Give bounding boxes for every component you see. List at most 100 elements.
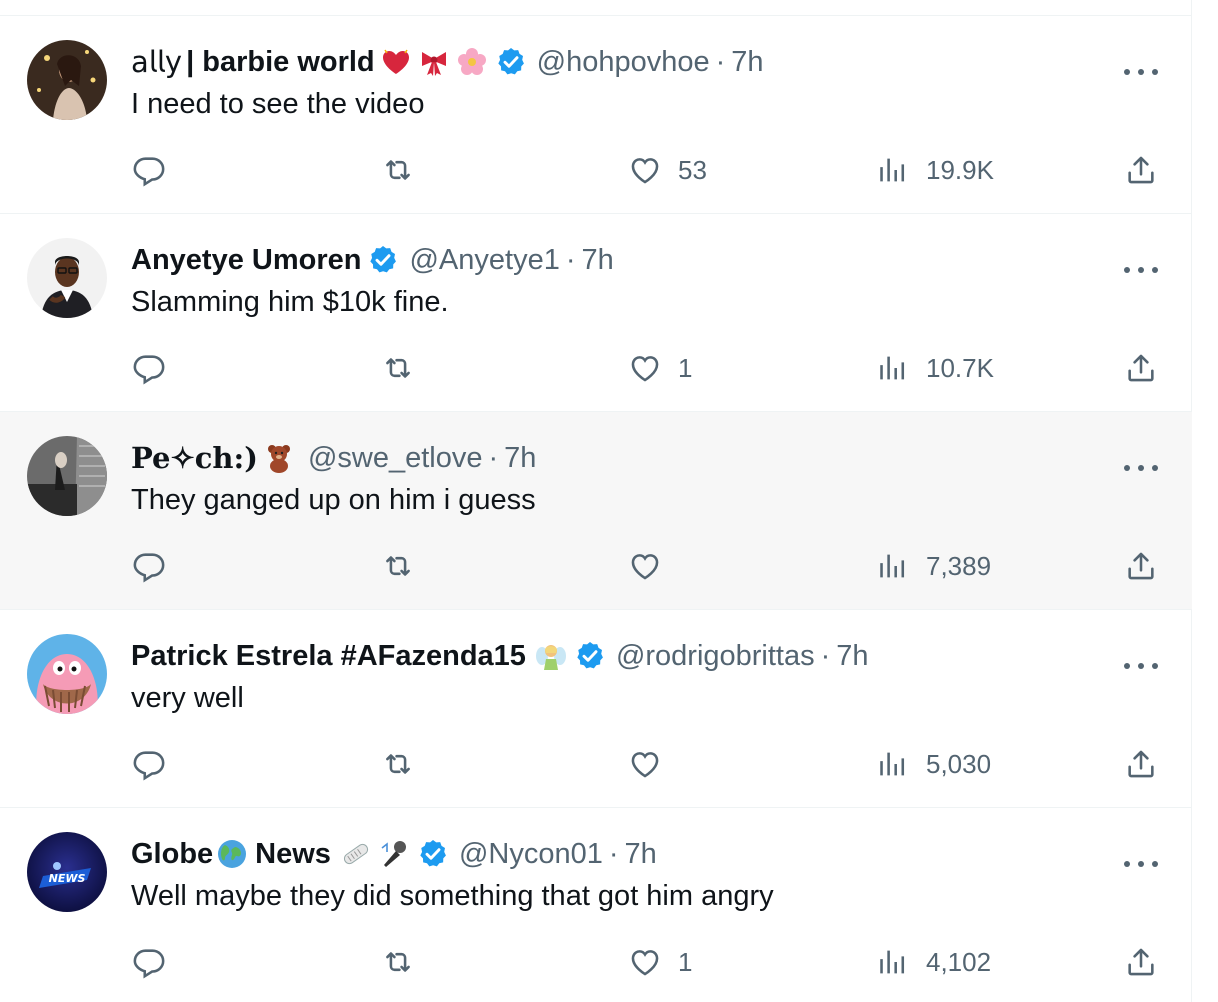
share-button[interactable] — [1124, 744, 1158, 784]
more-options-icon[interactable] — [1124, 854, 1158, 874]
tweet[interactable]: 𝖺𝗅𝗅𝗒 | barbie world @hohpovhoe · 7h I ne… — [0, 16, 1192, 214]
separator: · — [820, 639, 831, 672]
share-button[interactable] — [1124, 942, 1158, 982]
avatar[interactable] — [27, 436, 107, 516]
tweet-header: 𝖺𝗅𝗅𝗒 | barbie world @hohpovhoe · 7h — [131, 42, 764, 82]
retweet-button[interactable] — [381, 348, 431, 388]
handle[interactable]: @Anyetye1 — [409, 244, 559, 277]
avatar[interactable]: NEWS — [27, 832, 107, 912]
retweet-button[interactable] — [381, 546, 431, 586]
tweet[interactable]: Anyetye Umoren @Anyetye1 · 7h Slamming h… — [0, 214, 1192, 412]
retweet-icon — [381, 351, 415, 385]
bar-chart-icon — [876, 153, 910, 187]
previous-tweet-edge — [0, 0, 1192, 16]
reply-button[interactable] — [132, 348, 182, 388]
avatar[interactable] — [27, 238, 107, 318]
display-name-part-2[interactable]: News — [255, 838, 331, 871]
retweet-button[interactable] — [381, 744, 431, 784]
reply-button[interactable] — [132, 942, 182, 982]
share-button[interactable] — [1124, 546, 1158, 586]
retweet-button[interactable] — [381, 150, 431, 190]
handle[interactable]: @Nycon01 — [459, 838, 603, 871]
avatar[interactable] — [27, 40, 107, 120]
retweet-button[interactable] — [381, 942, 431, 982]
view-count: 5,030 — [926, 748, 992, 779]
share-icon — [1124, 549, 1158, 583]
retweet-icon — [381, 945, 415, 979]
reply-button[interactable] — [132, 546, 182, 586]
verified-badge-icon[interactable] — [495, 46, 527, 78]
like-button[interactable] — [628, 546, 678, 586]
tweet-header: Patrick Estrela #AFazenda15 @rodrigobrit… — [131, 636, 869, 676]
verified-badge-icon[interactable] — [574, 640, 606, 672]
more-options-icon[interactable] — [1124, 62, 1158, 82]
tweet-text: I need to see the video — [131, 88, 425, 120]
views-button[interactable]: 19.9K — [876, 150, 994, 190]
views-button[interactable]: 4,102 — [876, 942, 991, 982]
like-button[interactable]: 1 — [628, 942, 692, 982]
bar-chart-icon — [876, 351, 910, 385]
tweet-header: Pe✧ch:) @swe_etlove · 7h — [131, 438, 536, 478]
globe-icon — [215, 837, 249, 871]
more-options-icon[interactable] — [1124, 260, 1158, 280]
heart-outline-icon — [628, 153, 662, 187]
reply-button[interactable] — [132, 744, 182, 784]
verified-badge-icon[interactable] — [417, 838, 449, 870]
more-options-icon[interactable] — [1124, 458, 1158, 478]
share-button[interactable] — [1124, 348, 1158, 388]
views-button[interactable]: 7,389 — [876, 546, 991, 586]
more-options-icon[interactable] — [1124, 656, 1158, 676]
like-count: 1 — [678, 352, 693, 383]
display-name-prefix[interactable]: 𝖺𝗅𝗅𝗒 — [131, 45, 182, 80]
action-bar: 1 4,102 — [0, 942, 1192, 982]
cherry-blossom-icon — [455, 45, 489, 79]
tweet[interactable]: NEWS Globe News @Nycon01 · 7h Well maybe… — [0, 808, 1192, 1002]
tweet[interactable]: Pe✧ch:) @swe_etlove · 7h They ganged up … — [0, 412, 1192, 610]
reply-button[interactable] — [132, 150, 182, 190]
tweet-header: Globe News @Nycon01 · 7h — [131, 834, 657, 874]
retweet-icon — [381, 153, 415, 187]
heart-outline-icon — [628, 549, 662, 583]
share-icon — [1124, 945, 1158, 979]
views-button[interactable]: 5,030 — [876, 744, 991, 784]
tweet-text: They ganged up on him i guess — [131, 484, 536, 516]
like-button[interactable]: 1 — [628, 348, 692, 388]
handle[interactable]: @swe_etlove — [308, 442, 483, 475]
bar-chart-icon — [876, 945, 910, 979]
timestamp[interactable]: 7h — [625, 838, 657, 871]
tweet-text: Well maybe they did something that got h… — [131, 880, 774, 912]
display-name-part-1[interactable]: Globe — [131, 838, 213, 871]
avatar[interactable] — [27, 634, 107, 714]
share-button[interactable] — [1124, 150, 1158, 190]
bar-chart-icon — [876, 747, 910, 781]
like-button[interactable]: 53 — [628, 150, 707, 190]
tweet-header: Anyetye Umoren @Anyetye1 · 7h — [131, 240, 614, 280]
tweet-text: very well — [131, 682, 244, 714]
fairy-icon — [534, 639, 568, 673]
display-name[interactable]: Patrick Estrela #AFazenda15 — [131, 640, 526, 673]
timestamp[interactable]: 7h — [731, 46, 763, 79]
reply-feed: 𝖺𝗅𝗅𝗒 | barbie world @hohpovhoe · 7h I ne… — [0, 0, 1192, 1002]
views-button[interactable]: 10.7K — [876, 348, 994, 388]
separator: · — [565, 243, 576, 276]
newspaper-icon — [339, 837, 373, 871]
avatar-news-text: NEWS — [49, 872, 86, 885]
timestamp[interactable]: 7h — [836, 640, 868, 673]
handle[interactable]: @hohpovhoe — [537, 46, 710, 79]
display-name[interactable]: | barbie world — [186, 46, 375, 79]
timestamp[interactable]: 7h — [504, 442, 536, 475]
handle[interactable]: @rodrigobrittas — [616, 640, 815, 673]
verified-badge-icon[interactable] — [367, 244, 399, 276]
reply-icon — [132, 549, 166, 583]
view-count: 19.9K — [926, 154, 994, 185]
timestamp[interactable]: 7h — [582, 244, 614, 277]
tweet-text: Slamming him $10k fine. — [131, 286, 449, 318]
display-name[interactable]: Anyetye Umoren — [131, 244, 361, 277]
tweet[interactable]: Patrick Estrela #AFazenda15 @rodrigobrit… — [0, 610, 1192, 808]
display-name[interactable]: Pe✧ch:) — [131, 441, 258, 475]
heart-outline-icon — [628, 351, 662, 385]
like-button[interactable] — [628, 744, 678, 784]
action-bar: 7,389 — [0, 546, 1192, 586]
view-count: 4,102 — [926, 946, 992, 977]
reply-icon — [132, 351, 166, 385]
